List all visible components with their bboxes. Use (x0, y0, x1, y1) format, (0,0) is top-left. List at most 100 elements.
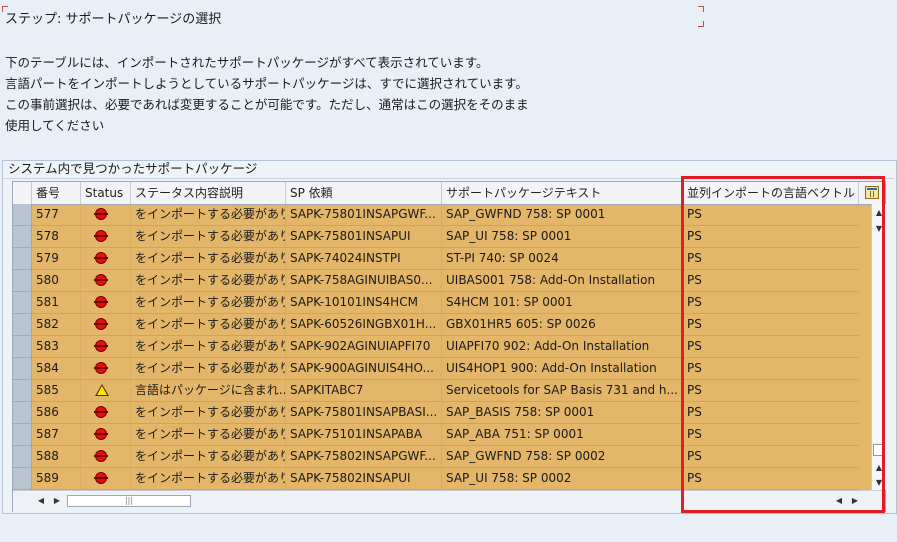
cell-language-vector: PS (687, 229, 702, 243)
step-title: ステップ: サポートパッケージの選択 (5, 12, 222, 27)
red-led-icon (94, 274, 108, 286)
cell-status-description: をインポートする必要があり... (131, 292, 286, 313)
table-row[interactable]: 587 をインポートする必要があり... SAPK-75101INSAPABA SAP… (13, 424, 859, 446)
cell-language-vector: PS (687, 405, 702, 419)
scroll-left-icon[interactable]: ◀ (35, 494, 47, 508)
cell-number: 588 (32, 446, 81, 467)
red-led-icon (94, 428, 108, 440)
cell-status-description: をインポートする必要があり... (131, 446, 286, 467)
scroll-left-icon[interactable]: ◀ (833, 494, 845, 508)
cell-number: 585 (32, 380, 81, 401)
cell-number: 579 (32, 248, 81, 269)
red-led-icon (94, 208, 108, 220)
row-selector[interactable] (13, 446, 32, 467)
red-led-icon (94, 296, 108, 308)
cell-status-description: をインポートする必要があり... (131, 226, 286, 247)
red-led-icon (94, 472, 108, 484)
cell-number: 589 (32, 468, 81, 489)
focus-corner-mark (698, 21, 704, 27)
row-selector[interactable] (13, 468, 32, 489)
row-selector[interactable] (13, 336, 32, 357)
yellow-warning-icon (95, 384, 109, 396)
cell-status (81, 226, 131, 247)
cell-status (81, 446, 131, 467)
column-header-sp-request[interactable]: SP 依頼 (286, 182, 442, 204)
red-led-icon (94, 450, 108, 462)
cell-number: 586 (32, 402, 81, 423)
table-row[interactable]: 581 をインポートする必要があり... SAPK-10101INS4HCM S4HC… (13, 292, 859, 314)
table-row[interactable]: 579 をインポートする必要があり... SAPK-74024INSTPI ST-PI… (13, 248, 859, 270)
scroll-down-icon[interactable]: ▼ (872, 222, 886, 236)
table-row[interactable]: 584 をインポートする必要があり... SAPK-900AGINUIS4HO...… (13, 358, 859, 380)
cell-status (81, 270, 131, 291)
cell-number: 587 (32, 424, 81, 445)
column-header-sp-text[interactable]: サポートパッケージテキスト (442, 182, 683, 204)
cell-sp-request: SAPK-75101INSAPABA (286, 424, 442, 445)
horizontal-scrollbar-thumb[interactable]: ||| (67, 495, 191, 507)
column-header-language-vector[interactable]: 並列インポートの言語ベクトル (683, 182, 859, 204)
scroll-right-icon[interactable]: ▶ (51, 494, 63, 508)
cell-sp-request: SAPK-74024INSTPI (286, 248, 442, 269)
scroll-down-icon[interactable]: ▼ (872, 476, 886, 490)
column-header-status-description[interactable]: ステータス内容説明 (131, 182, 286, 204)
cell-sp-request: SAPK-75801INSAPBASI... (286, 402, 442, 423)
scroll-up-icon[interactable]: ▲ (872, 461, 886, 475)
row-selector[interactable] (13, 270, 32, 291)
cell-status-description: をインポートする必要があり... (131, 248, 286, 269)
cell-status (81, 468, 131, 489)
column-header-number[interactable]: 番号 (32, 182, 81, 204)
table-row[interactable]: 582 をインポートする必要があり... SAPK-60526INGBX01H...… (13, 314, 859, 336)
table-row[interactable]: 589 をインポートする必要があり... SAPK-75802INSAPUI SAP_… (13, 468, 859, 490)
cell-sp-text: SAP_GWFND 758: SP 0002 (442, 446, 683, 467)
column-header-status[interactable]: Status (81, 182, 131, 204)
cell-sp-text: SAP_UI 758: SP 0002 (442, 468, 683, 489)
cell-sp-text: SAP_BASIS 758: SP 0001 (442, 402, 683, 423)
cell-status-description: 言語はパッケージに含まれ... (131, 380, 286, 401)
red-led-icon (94, 230, 108, 242)
cell-status (81, 380, 131, 401)
cell-sp-text: SAP_GWFND 758: SP 0001 (442, 204, 683, 225)
table-header: 番号 Status ステータス内容説明 SP 依頼 サポートパッケージテキスト … (13, 182, 885, 205)
cell-sp-text: SAP_ABA 751: SP 0001 (442, 424, 683, 445)
support-package-table: 番号 Status ステータス内容説明 SP 依頼 サポートパッケージテキスト … (12, 181, 886, 512)
horizontal-scrollbar[interactable]: ◀ ▶ ||| ◀ ▶ (13, 490, 885, 512)
cell-status-description: をインポートする必要があり... (131, 424, 286, 445)
cell-status-description: をインポートする必要があり... (131, 468, 286, 489)
cell-language-vector: PS (687, 273, 702, 287)
cell-number: 584 (32, 358, 81, 379)
table-row[interactable]: 588 をインポートする必要があり... SAPK-75802INSAPGWF...… (13, 446, 859, 468)
cell-sp-request: SAPK-758AGINUIBAS0... (286, 270, 442, 291)
cell-status (81, 358, 131, 379)
row-selector[interactable] (13, 358, 32, 379)
row-selector[interactable] (13, 380, 32, 401)
table-row[interactable]: 578 をインポートする必要があり... SAPK-75801INSAPUI SAP_… (13, 226, 859, 248)
cell-status-description: をインポートする必要があり... (131, 402, 286, 423)
table-settings-icon[interactable] (865, 186, 879, 199)
vertical-scrollbar[interactable]: ▲ ▼ ▲ ▼ (871, 204, 886, 490)
red-led-icon (94, 318, 108, 330)
cell-status (81, 402, 131, 423)
cell-language-vector: PS (687, 383, 702, 397)
select-all-header[interactable] (13, 182, 32, 204)
row-selector[interactable] (13, 402, 32, 423)
cell-sp-request: SAPK-10101INS4HCM (286, 292, 442, 313)
table-row[interactable]: 580 をインポートする必要があり... SAPK-758AGINUIBAS0...… (13, 270, 859, 292)
row-selector[interactable] (13, 424, 32, 445)
row-selector[interactable] (13, 314, 32, 335)
scroll-up-icon[interactable]: ▲ (872, 206, 886, 220)
row-selector[interactable] (13, 204, 32, 225)
cell-sp-text: Servicetools for SAP Basis 731 and h... (442, 380, 683, 401)
table-row[interactable]: 586 をインポートする必要があり... SAPK-75801INSAPBASI..… (13, 402, 859, 424)
row-selector[interactable] (13, 248, 32, 269)
row-selector[interactable] (13, 226, 32, 247)
scrollbar-thumb[interactable] (873, 444, 885, 456)
cell-number: 577 (32, 204, 81, 225)
cell-sp-request: SAPK-75802INSAPUI (286, 468, 442, 489)
row-selector[interactable] (13, 292, 32, 313)
cell-sp-text: UIS4HOP1 900: Add-On Installation (442, 358, 683, 379)
table-row[interactable]: 585 言語はパッケージに含まれ... SAPKITABC7 Servicetools… (13, 380, 859, 402)
table-row[interactable]: 583 をインポートする必要があり... SAPK-902AGINUIAPFI70 U… (13, 336, 859, 358)
scroll-right-icon[interactable]: ▶ (849, 494, 861, 508)
cell-language-vector: PS (687, 361, 702, 375)
table-row[interactable]: 577 をインポートする必要があり... SAPK-75801INSAPGWF...… (13, 204, 859, 226)
